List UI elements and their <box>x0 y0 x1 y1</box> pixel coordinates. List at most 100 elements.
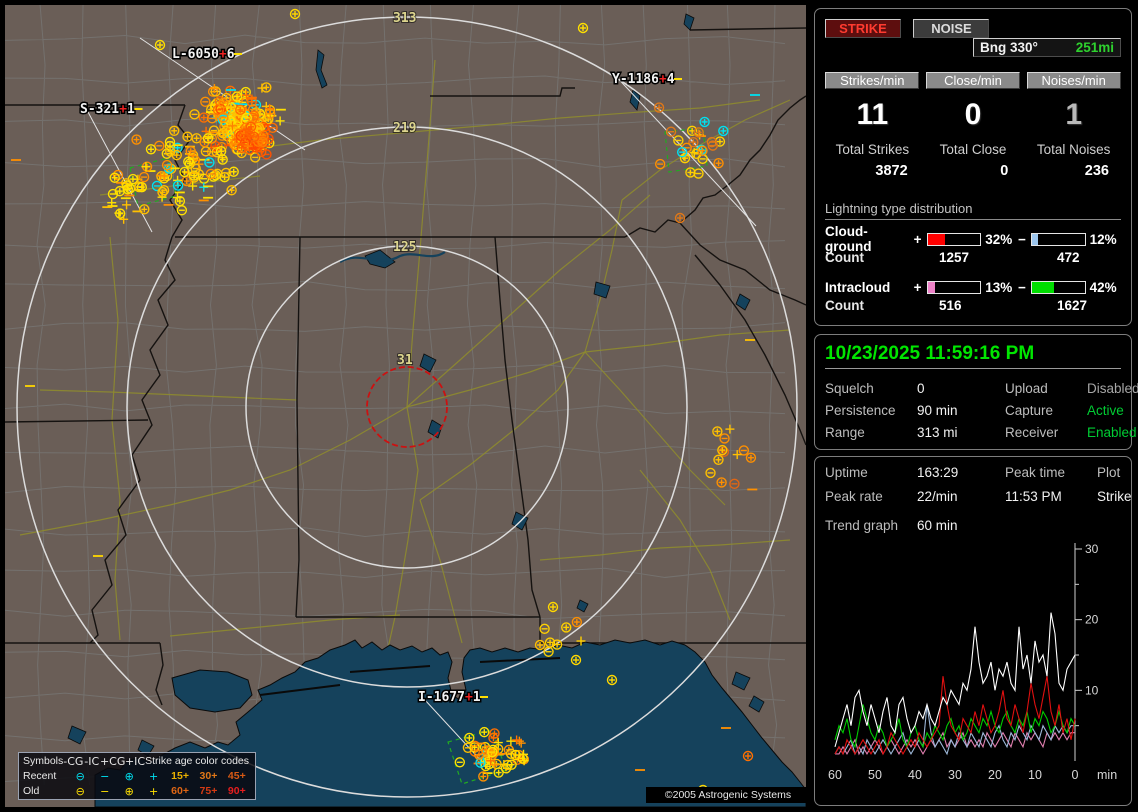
ic-minus-bar <box>1031 280 1086 294</box>
noises-per-min-header: Noises/min <box>1026 72 1121 89</box>
strikes-per-min-header: Strikes/min <box>825 72 920 89</box>
cg-plus-count: 1257 <box>939 250 970 265</box>
close-per-min-column: Close/min 0 Total Close 0 <box>925 72 1021 179</box>
trend-graph-value: 60 min <box>917 518 958 533</box>
bearing-distance: 251mi <box>1075 40 1114 55</box>
svg-text:L-6050+6: L-6050+6 <box>172 47 235 62</box>
total-close-label: Total Close <box>939 142 1007 157</box>
receiver-value: Enabled <box>1087 425 1137 440</box>
legend-symbol-glyph: ⊖ <box>75 770 85 783</box>
range-label: Range <box>825 425 865 440</box>
legend-symbol-glyph: ⊖ <box>75 785 85 798</box>
svg-text:50: 50 <box>868 768 882 782</box>
svg-text:Y-1186+4: Y-1186+4 <box>612 72 675 87</box>
ic-plus-bar <box>926 280 982 294</box>
upload-value: Disabled <box>1087 381 1138 396</box>
svg-text:20: 20 <box>988 768 1002 782</box>
legend-age-code: 15+ <box>171 770 189 782</box>
distribution-title: Lightning type distribution <box>825 201 1121 220</box>
noises-per-min-column: Noises/min 1 Total Noises 236 <box>1026 72 1121 179</box>
cg-minus-bar <box>1031 232 1086 246</box>
legend-symbol-glyph: + <box>149 770 159 783</box>
strikes-per-min-value: 11 <box>856 98 889 131</box>
bearing-label: Bng 330° <box>980 40 1038 55</box>
svg-text:60: 60 <box>828 768 842 782</box>
close-per-min-value: 0 <box>964 98 982 131</box>
legend-col-header: -CG <box>63 755 84 768</box>
close-per-min-header: Close/min <box>925 72 1020 89</box>
total-close-value: 0 <box>1000 163 1009 179</box>
svg-text:125: 125 <box>393 240 416 255</box>
svg-text:30: 30 <box>948 768 962 782</box>
peak-time-value: 11:53 PM <box>1005 489 1062 504</box>
status-panel: 10/23/2025 11:59:16 PM Squelch 0 Upload … <box>814 334 1138 450</box>
strikes-per-min-column: Strikes/min 11 Total Strikes 3872 <box>825 72 920 179</box>
svg-text:10: 10 <box>1085 683 1099 697</box>
legend-symbol-glyph: ⊕ <box>124 770 134 783</box>
legend-row-label: Recent <box>23 770 57 782</box>
uptime-value: 163:29 <box>917 465 959 480</box>
legend-age-code: 45+ <box>227 770 246 782</box>
intracloud-counts: Count 516 1627 <box>825 298 1088 313</box>
legend-symbol-glyph: − <box>100 785 110 798</box>
plot-header: Plot <box>1097 465 1121 480</box>
svg-text:30: 30 <box>1085 542 1099 556</box>
legend-age-code: 90+ <box>227 785 246 797</box>
ic-minus-count: 1627 <box>1057 298 1088 313</box>
noises-per-min-value: 1 <box>1065 98 1082 131</box>
cloud-ground-counts: Count 1257 472 <box>825 250 1080 265</box>
legend-symbol-glyph: + <box>149 785 159 798</box>
legend-age-code: 75+ <box>199 785 218 797</box>
svg-text:20: 20 <box>1085 613 1099 627</box>
peak-rate-label: Peak rate <box>825 489 883 504</box>
noise-button[interactable]: NOISE <box>913 19 990 38</box>
svg-text:min: min <box>1097 768 1117 782</box>
svg-text:31: 31 <box>397 353 413 368</box>
svg-text:313: 313 <box>393 11 416 26</box>
intracloud-row: Intracloud + 13% − 42% <box>825 279 1117 295</box>
legend-row-label: Old <box>23 785 40 797</box>
peak-time-header: Peak time <box>1005 465 1066 480</box>
persistence-value: 90 min <box>917 403 958 418</box>
total-noises-label: Total Noises <box>1036 142 1111 157</box>
cloud-ground-row: Cloud-ground + 32% − 12% <box>825 224 1117 254</box>
trend-graph-chart: 10 20 30 60 50 40 30 20 10 0 min <box>828 542 1117 782</box>
total-strikes-label: Total Strikes <box>835 142 910 157</box>
receiver-label: Receiver <box>1005 425 1059 440</box>
capture-label: Capture <box>1005 403 1054 418</box>
svg-text:219: 219 <box>393 121 416 136</box>
legend-age-code: 60+ <box>171 785 189 797</box>
nexstorm-window: { "panel": { "strike_btn": "STRIKE", "no… <box>0 0 1138 812</box>
svg-text:40: 40 <box>908 768 922 782</box>
cg-minus-count: 472 <box>1057 250 1080 265</box>
trend-panel: Uptime 163:29 Peak time Plot Peak rate 2… <box>814 456 1132 806</box>
lightning-type-distribution: Lightning type distribution Cloud-ground… <box>825 201 1121 314</box>
plot-value: Strike <box>1097 489 1132 504</box>
svg-text:10: 10 <box>1028 768 1042 782</box>
capture-value: Active <box>1087 403 1124 418</box>
lightning-map-frame: 313 219 125 31 S-321+1 L-6050+6 Y-1186+4 I-1677… <box>0 0 810 812</box>
svg-text:I-1677+1: I-1677+1 <box>418 690 481 705</box>
legend-col-header: +IC <box>124 755 146 768</box>
legend-symbol-glyph: − <box>100 770 110 783</box>
total-noises-value: 236 <box>1084 163 1109 179</box>
strike-button[interactable]: STRIKE <box>825 19 901 38</box>
copyright-text: ©2005 Astrogenic Systems <box>646 787 810 803</box>
legend-col-header: +CG <box>99 755 126 768</box>
peak-rate-value: 22/min <box>917 489 958 504</box>
legend-symbol-glyph: ⊕ <box>124 785 134 798</box>
lightning-map[interactable]: 313 219 125 31 S-321+1 L-6050+6 Y-1186+4 I-1677… <box>5 5 806 807</box>
legend-age-title: Strike age color codes <box>145 755 249 767</box>
datetime-display: 10/23/2025 11:59:16 PM <box>825 343 1121 369</box>
uptime-label: Uptime <box>825 465 868 480</box>
squelch-label: Squelch <box>825 381 874 396</box>
bearing-readout: Bng 330° 251mi <box>973 38 1121 57</box>
legend-symbols-header: Symbols <box>23 755 64 767</box>
stats-panel: STRIKE NOISE Bng 330° 251mi Strikes/min … <box>814 8 1132 326</box>
legend-col-header: -IC <box>84 755 100 768</box>
upload-label: Upload <box>1005 381 1048 396</box>
legend-age-code: 30+ <box>199 770 218 782</box>
cg-plus-bar <box>926 232 982 246</box>
ic-plus-count: 516 <box>939 298 962 313</box>
persistence-label: Persistence <box>825 403 896 418</box>
